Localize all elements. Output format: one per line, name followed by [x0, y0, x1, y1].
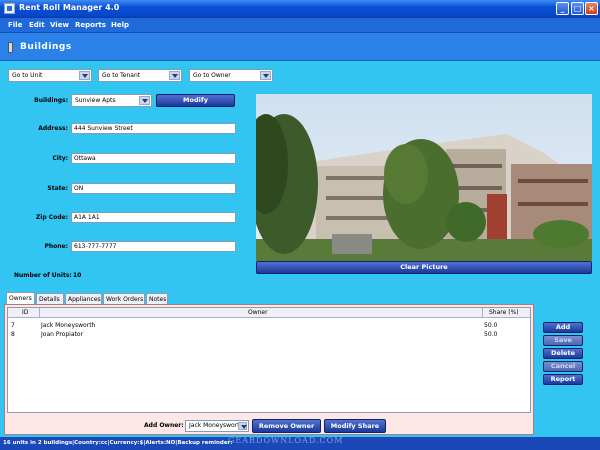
goto-tenant-select[interactable]: Go to Tenant	[98, 69, 182, 82]
add-button[interactable]: Add	[543, 322, 583, 333]
column-header-id[interactable]: ID	[22, 309, 28, 316]
menu-help[interactable]: Help	[111, 21, 129, 29]
goto-owner-select[interactable]: Go to Owner	[189, 69, 273, 82]
chevron-down-icon[interactable]	[79, 71, 90, 80]
goto-unit-value: Go to Unit	[12, 72, 43, 79]
add-owner-value: Jack Moneysworth	[189, 422, 244, 429]
buildings-select[interactable]: Sunview Apts	[71, 94, 152, 107]
app-icon	[4, 3, 15, 14]
units-label: Number of Units:	[14, 272, 72, 279]
address-field[interactable]: 444 Sunview Street	[71, 123, 236, 134]
table-row[interactable]: 8 Joan Propiator 50.0	[8, 330, 530, 339]
title-bar: Rent Roll Manager 4.0 _ □ ×	[0, 0, 600, 18]
goto-owner-value: Go to Owner	[193, 72, 231, 79]
menu-edit[interactable]: Edit	[29, 21, 45, 29]
table-row[interactable]: 7 Jack Moneysworth 50.0	[8, 321, 530, 330]
chevron-down-icon[interactable]	[260, 71, 271, 80]
zip-value: A1A 1A1	[74, 214, 100, 221]
watermark: GEARDOWNLOAD.COM	[228, 436, 344, 445]
modify-share-button[interactable]: Modify Share	[324, 419, 386, 433]
save-button[interactable]: Save	[543, 335, 583, 346]
clear-picture-button[interactable]: Clear Picture	[256, 261, 592, 274]
building-icon	[8, 42, 13, 53]
table-header: ID Owner Share (%)	[8, 308, 530, 318]
chevron-down-icon[interactable]	[169, 71, 180, 80]
zip-field[interactable]: A1A 1A1	[71, 212, 236, 223]
city-value: Ottawa	[74, 155, 96, 162]
add-owner-select[interactable]: Jack Moneysworth	[185, 420, 249, 432]
owners-table: ID Owner Share (%) 7 Jack Moneysworth 50…	[7, 307, 531, 413]
remove-owner-button[interactable]: Remove Owner	[252, 419, 321, 433]
state-value: ON	[74, 185, 84, 192]
building-photo	[256, 94, 592, 261]
cell-owner: Joan Propiator	[41, 331, 83, 338]
city-label: City:	[52, 155, 68, 162]
minimize-button[interactable]: _	[556, 2, 569, 15]
maximize-button[interactable]: □	[571, 2, 584, 15]
phone-value: 613-777-7777	[74, 243, 117, 250]
units-value: 10	[73, 272, 82, 279]
page-header: Buildings	[0, 33, 600, 61]
column-header-share[interactable]: Share (%)	[489, 309, 519, 316]
address-label: Address:	[38, 125, 68, 132]
menu-reports[interactable]: Reports	[75, 21, 106, 29]
cell-share: 50.0	[484, 322, 498, 329]
menu-file[interactable]: File	[8, 21, 22, 29]
cell-id: 8	[11, 331, 15, 338]
menu-bar: File Edit View Reports Help	[0, 18, 600, 33]
phone-field[interactable]: 613-777-7777	[71, 241, 236, 252]
goto-tenant-value: Go to Tenant	[102, 72, 141, 79]
cell-share: 50.0	[484, 331, 498, 338]
city-field[interactable]: Ottawa	[71, 153, 236, 164]
chevron-down-icon[interactable]	[139, 96, 150, 105]
address-value: 444 Sunview Street	[74, 125, 133, 132]
column-divider	[482, 308, 483, 318]
cancel-button[interactable]: Cancel	[543, 361, 583, 372]
add-owner-label: Add Owner:	[144, 422, 184, 429]
chevron-down-icon[interactable]	[238, 422, 247, 430]
phone-label: Phone:	[44, 243, 68, 250]
window-title: Rent Roll Manager 4.0	[19, 3, 120, 12]
page-title: Buildings	[20, 42, 72, 52]
column-header-owner[interactable]: Owner	[248, 309, 268, 316]
owners-panel: ID Owner Share (%) 7 Jack Moneysworth 50…	[4, 304, 534, 435]
goto-unit-select[interactable]: Go to Unit	[8, 69, 92, 82]
buildings-value: Sunview Apts	[75, 97, 116, 104]
delete-button[interactable]: Delete	[543, 348, 583, 359]
building-photo-image	[256, 94, 592, 261]
zip-label: Zip Code:	[35, 214, 68, 221]
report-button[interactable]: Report	[543, 374, 583, 385]
cell-owner: Jack Moneysworth	[41, 322, 96, 329]
cell-id: 7	[11, 322, 15, 329]
column-divider	[39, 308, 40, 318]
close-button[interactable]: ×	[585, 2, 598, 15]
status-text: 16 units in 2 buildings|Country:cc|Curre…	[3, 440, 233, 446]
buildings-label: Buildings:	[34, 97, 68, 104]
state-label: State:	[47, 185, 68, 192]
state-field[interactable]: ON	[71, 183, 236, 194]
modify-button[interactable]: Modify	[156, 94, 235, 107]
menu-view[interactable]: View	[50, 21, 69, 29]
